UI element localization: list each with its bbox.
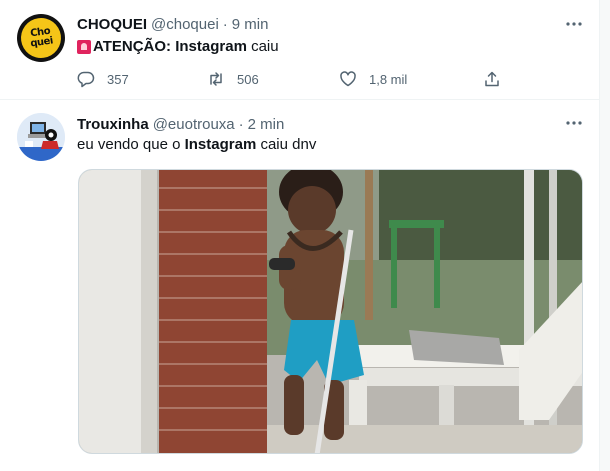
share-button[interactable] bbox=[483, 70, 501, 88]
text-bold: Instagram bbox=[184, 136, 257, 153]
tweet-text: ATENÇÃO: Instagram caiu bbox=[77, 37, 279, 57]
sidebar-edge bbox=[600, 0, 610, 471]
reply-button[interactable]: 357 bbox=[77, 70, 129, 88]
choquei-logo: Cho quei bbox=[18, 15, 64, 61]
more-options-button[interactable] bbox=[564, 14, 584, 34]
timestamp[interactable]: 9 min bbox=[232, 16, 269, 33]
reply-count: 357 bbox=[107, 71, 129, 87]
more-options-button[interactable] bbox=[564, 113, 584, 133]
like-count: 1,8 mil bbox=[369, 71, 408, 87]
retweet-button[interactable]: 506 bbox=[207, 70, 259, 88]
text-suffix: caiu dnv bbox=[256, 136, 317, 153]
user-handle[interactable]: @choquei bbox=[151, 16, 219, 33]
logo-text-bottom: quei bbox=[29, 35, 54, 50]
reply-icon bbox=[77, 71, 95, 88]
more-horizontal-icon bbox=[566, 121, 582, 125]
avatar-image bbox=[17, 113, 65, 161]
timeline: Cho quei CHOQUEI @choquei · 9 min ATENÇÃ… bbox=[0, 0, 600, 471]
text-suffix: caiu bbox=[246, 38, 279, 55]
retweet-count: 506 bbox=[237, 71, 259, 87]
tweet-header: CHOQUEI @choquei · 9 min bbox=[77, 14, 268, 34]
photo-child-on-porch bbox=[79, 170, 582, 453]
separator-dot: · bbox=[222, 15, 228, 33]
timestamp[interactable]: 2 min bbox=[248, 116, 285, 133]
share-icon bbox=[485, 71, 499, 87]
text-prefix: eu vendo que o bbox=[77, 136, 185, 153]
siren-emoji-icon bbox=[77, 40, 91, 54]
tweet-text: eu vendo que o Instagram caiu dnv bbox=[77, 135, 316, 155]
avatar[interactable] bbox=[17, 113, 65, 161]
user-handle[interactable]: @euotrouxa bbox=[153, 116, 235, 133]
display-name[interactable]: Trouxinha bbox=[77, 116, 149, 133]
separator-dot: · bbox=[238, 115, 244, 133]
tweet-trouxinha[interactable]: Trouxinha @euotrouxa · 2 min eu vendo qu… bbox=[0, 101, 600, 471]
avatar[interactable]: Cho quei bbox=[17, 14, 65, 62]
tweet-actions: 357 506 1,8 mil bbox=[77, 68, 507, 90]
tweet-media-photo[interactable] bbox=[78, 169, 583, 454]
tweet-choquei[interactable]: Cho quei CHOQUEI @choquei · 9 min ATENÇÃ… bbox=[0, 0, 600, 100]
like-button[interactable]: 1,8 mil bbox=[339, 70, 407, 88]
text-prefix: ATENÇÃO: bbox=[93, 38, 176, 55]
retweet-icon bbox=[210, 72, 222, 86]
more-horizontal-icon bbox=[566, 22, 582, 26]
tweet-header: Trouxinha @euotrouxa · 2 min bbox=[77, 114, 284, 134]
heart-icon bbox=[340, 71, 356, 87]
display-name[interactable]: CHOQUEI bbox=[77, 16, 147, 33]
text-bold: Instagram bbox=[175, 38, 247, 55]
